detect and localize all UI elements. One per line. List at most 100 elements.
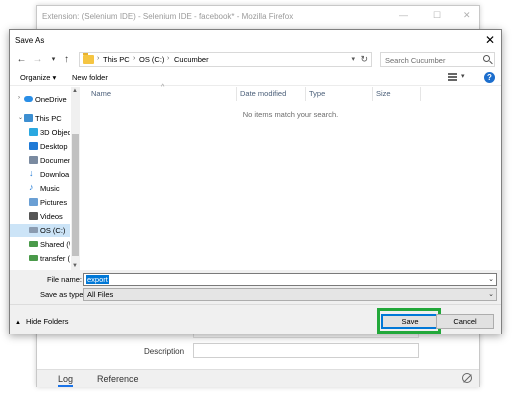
nav-item-shared[interactable]: Shared (\\	[10, 238, 70, 251]
hide-folders-button[interactable]: ▲ Hide Folders	[15, 317, 68, 326]
network-drive-icon	[29, 255, 38, 261]
chevron-down-icon[interactable]: ▾	[461, 72, 465, 80]
nav-label: Shared (\\	[40, 240, 70, 249]
cloud-icon	[24, 96, 33, 102]
nav-label: This PC	[35, 114, 62, 123]
scroll-down-icon[interactable]: ▼	[72, 263, 78, 269]
description-label: Description	[144, 347, 185, 356]
pictures-icon	[29, 198, 38, 206]
tab-log[interactable]: Log	[58, 374, 74, 387]
column-header-size[interactable]: Size	[376, 89, 391, 98]
nav-label: OS (C:)	[40, 226, 66, 235]
chevron-right-icon[interactable]: ›	[97, 55, 99, 62]
column-header-name[interactable]: Name	[91, 89, 111, 98]
save-button[interactable]: Save	[381, 314, 439, 329]
chevron-right-icon[interactable]: ›	[133, 55, 135, 62]
address-bar[interactable]: › This PC › OS (C:) › Cucumber ▾ ↻	[79, 52, 372, 67]
up-arrow-icon[interactable]: ↑	[60, 53, 73, 67]
expand-icon[interactable]: ⌄	[18, 114, 23, 121]
close-icon: ✕	[463, 10, 471, 20]
cancel-button[interactable]: Cancel	[436, 314, 494, 329]
save-as-type-label: Save as type:	[40, 290, 86, 299]
nav-label: Desktop	[40, 142, 68, 151]
column-header-date-modified[interactable]: Date modified	[240, 89, 286, 98]
search-input[interactable]: Search Cucumber	[380, 52, 495, 67]
minimize-icon: —	[399, 10, 408, 20]
video-icon	[29, 212, 38, 220]
document-icon	[29, 156, 38, 164]
music-icon: ♪	[29, 182, 34, 192]
screen: Extension: (Selenium IDE) - Selenium IDE…	[0, 0, 514, 400]
description-input[interactable]	[193, 343, 419, 358]
forward-arrow-icon[interactable]: →	[31, 53, 44, 67]
folder-icon	[83, 53, 94, 64]
chevron-down-icon[interactable]: ⌄	[488, 290, 494, 298]
chevron-down-icon[interactable]: ▾	[351, 55, 355, 63]
column-divider[interactable]	[305, 87, 306, 101]
nav-item-this-pc[interactable]: ⌄ This PC	[10, 112, 70, 125]
navigation-row: ← → ▾ ↑ › This PC › OS (C:) › Cucumber ▾…	[10, 50, 501, 70]
nav-item-transfer[interactable]: transfer (\	[10, 252, 70, 265]
drive-icon	[29, 227, 38, 233]
nav-label: Videos	[40, 212, 63, 221]
hide-folders-label: Hide Folders	[25, 317, 69, 326]
file-name-value: export	[86, 275, 109, 284]
dialog-titlebar: Save As ✕	[10, 30, 501, 50]
sort-ascending-icon: ^	[161, 84, 165, 91]
clear-log-icon[interactable]	[462, 373, 472, 383]
nav-item-desktop[interactable]: Desktop	[10, 140, 70, 153]
save-as-type-select[interactable]: All Files ⌄	[83, 288, 497, 301]
nav-label: Documen	[40, 156, 70, 165]
nav-item-music[interactable]: ♪ Music	[10, 182, 70, 195]
nav-label: Downloa	[40, 170, 70, 179]
cube-icon	[29, 128, 38, 136]
file-name-label: File name:	[47, 275, 83, 284]
nav-pane-vertical-scrollbar[interactable]: ▲ ▼	[71, 87, 80, 270]
chevron-down-icon[interactable]: ⌄	[488, 275, 494, 283]
column-divider[interactable]	[372, 87, 373, 101]
column-divider[interactable]	[236, 87, 237, 101]
nav-label: transfer (\	[40, 254, 70, 263]
nav-label: 3D Object	[40, 128, 70, 137]
nav-item-videos[interactable]: Videos	[10, 210, 70, 223]
dialog-footer: ▲ Hide Folders Save Cancel	[10, 304, 501, 334]
column-header-type[interactable]: Type	[309, 89, 325, 98]
nav-item-downloads[interactable]: ↓ Downloa	[10, 168, 70, 181]
chevron-right-icon[interactable]: ›	[167, 55, 169, 62]
scroll-up-icon[interactable]: ▲	[72, 88, 78, 94]
breadcrumb-this-pc[interactable]: This PC	[103, 55, 130, 64]
download-icon: ↓	[29, 168, 34, 178]
column-divider[interactable]	[420, 87, 421, 101]
search-icon	[483, 55, 490, 62]
computer-icon	[24, 114, 33, 122]
save-as-type-value: All Files	[87, 290, 114, 299]
empty-results-message: No items match your search.	[242, 110, 339, 119]
help-icon[interactable]: ?	[484, 72, 495, 83]
nav-item-3d-objects[interactable]: 3D Object	[10, 126, 70, 139]
save-as-dialog: Save As ✕ ← → ▾ ↑ › This PC › OS (C:) › …	[9, 29, 502, 334]
refresh-icon[interactable]: ↻	[360, 54, 368, 65]
expand-icon[interactable]: ›	[18, 95, 20, 101]
file-name-input[interactable]: export ⌄	[83, 273, 497, 286]
view-options-icon[interactable]	[448, 73, 457, 81]
new-folder-button[interactable]: New folder	[72, 73, 108, 82]
recent-locations-icon[interactable]: ▾	[47, 53, 60, 67]
breadcrumb-cucumber[interactable]: Cucumber	[174, 55, 209, 64]
breadcrumb-os-c[interactable]: OS (C:)	[139, 55, 164, 64]
nav-item-pictures[interactable]: Pictures	[10, 196, 70, 209]
close-icon[interactable]: ✕	[481, 31, 499, 49]
organize-button[interactable]: Organize ▾	[20, 73, 56, 82]
nav-item-onedrive[interactable]: › OneDrive	[10, 93, 70, 106]
scrollbar-thumb[interactable]	[72, 134, 79, 256]
nav-label: OneDrive	[35, 95, 67, 104]
nav-item-documents[interactable]: Documen	[10, 154, 70, 167]
chevron-up-icon: ▲	[15, 320, 21, 326]
bottom-tab-bar: Log Reference	[37, 369, 479, 387]
dialog-title: Save As	[15, 36, 45, 45]
navigation-pane: › OneDrive ⌄ This PC 3D Object Desktop D…	[10, 87, 80, 270]
desktop-icon	[29, 142, 38, 150]
back-arrow-icon[interactable]: ←	[15, 53, 28, 67]
file-list[interactable]: Name ^ Date modified Type Size No items …	[80, 84, 501, 279]
tab-reference[interactable]: Reference	[97, 374, 139, 384]
nav-item-os-c[interactable]: OS (C:)	[10, 224, 70, 237]
